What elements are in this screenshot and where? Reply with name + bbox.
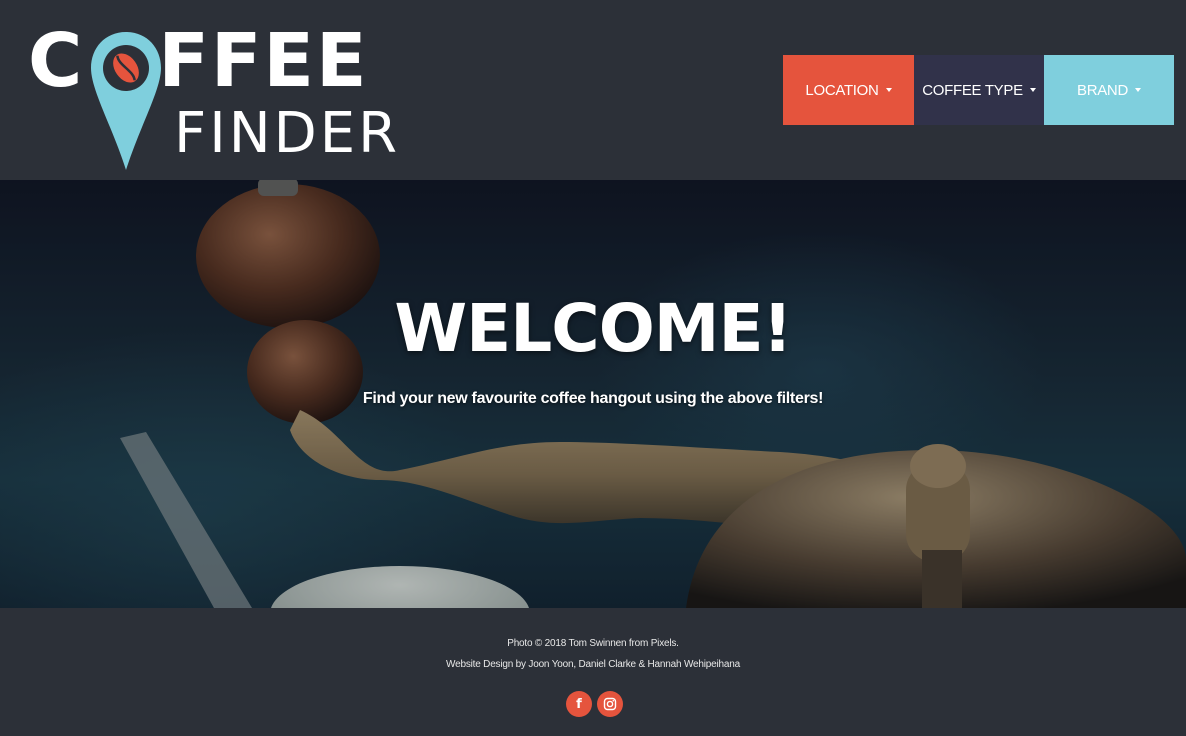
social-links: f: [566, 691, 623, 717]
logo-word-finder: FINDER: [174, 101, 401, 166]
hero-banner: WELCOME! Find your new favourite coffee …: [0, 180, 1186, 608]
filter-nav: LOCATION COFFEE TYPE BRAND: [783, 55, 1174, 125]
location-label: LOCATION: [805, 81, 879, 99]
coffee-type-label: COFFEE TYPE: [922, 81, 1023, 99]
site-footer: Photo © 2018 Tom Swinnen from Pixels. We…: [0, 608, 1186, 736]
site-header: C FFEE FINDER LOCATION COFFEE TYPE BRAND: [0, 0, 1186, 180]
facebook-icon[interactable]: f: [566, 691, 592, 717]
photo-credit: Photo © 2018 Tom Swinnen from Pixels.: [507, 638, 679, 649]
map-pin-icon: [91, 32, 161, 170]
caret-down-icon: [1029, 88, 1036, 92]
caret-down-icon: [885, 88, 892, 92]
brand-dropdown[interactable]: BRAND: [1044, 55, 1174, 125]
brand-label: BRAND: [1076, 81, 1128, 99]
welcome-heading: WELCOME!: [394, 290, 792, 367]
welcome-subtitle: Find your new favourite coffee hangout u…: [362, 390, 824, 407]
caret-down-icon: [1135, 88, 1141, 92]
coffee-finder-logo[interactable]: C FFEE FINDER: [28, 18, 401, 170]
design-credit: Website Design by Joon Yoon, Daniel Clar…: [446, 659, 740, 670]
coffee-type-dropdown[interactable]: COFFEE TYPE: [914, 55, 1044, 125]
location-dropdown[interactable]: LOCATION: [783, 55, 914, 125]
logo-word-coffee: C FFEE: [28, 18, 369, 104]
instagram-icon[interactable]: [597, 691, 623, 717]
